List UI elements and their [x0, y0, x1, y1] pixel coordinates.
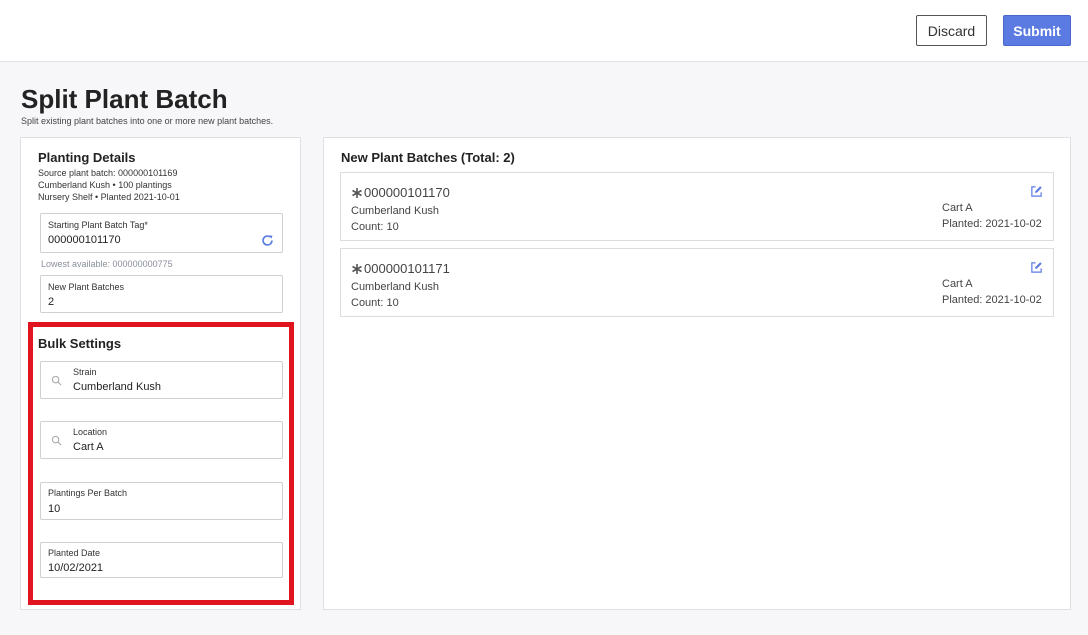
starting-tag-field[interactable]: Starting Plant Batch Tag* 000000101170 [40, 213, 283, 253]
plantings-per-batch-label: Plantings Per Batch [48, 488, 128, 498]
source-batch-text: Source plant batch: 000000101169 [38, 168, 178, 178]
location-planted-text: Nursery Shelf • Planted 2021-10-01 [38, 192, 180, 202]
starting-tag-value[interactable]: 000000101170 [48, 234, 121, 246]
batch-tag-number: 000000101170 [364, 185, 450, 200]
planting-details-panel: Planting Details Source plant batch: 000… [20, 137, 301, 610]
new-plant-batches-title: New Plant Batches (Total: 2) [341, 150, 515, 165]
plant-icon [352, 187, 362, 198]
batch-location: Cart A [942, 278, 973, 290]
batch-card: 000000101170 Cumberland Kush Count: 10 C… [340, 172, 1054, 241]
strain-value[interactable]: Cumberland Kush [73, 381, 161, 393]
lowest-available-hint: Lowest available: 000000000775 [41, 259, 173, 269]
strain-label: Strain [73, 367, 97, 377]
edit-icon[interactable] [1030, 185, 1043, 198]
strain-field[interactable]: Strain Cumberland Kush [40, 361, 283, 399]
batch-planted-date: Planted: 2021-10-02 [942, 218, 1042, 230]
batch-planted-date: Planted: 2021-10-02 [942, 294, 1042, 306]
page-subtitle: Split existing plant batches into one or… [21, 116, 274, 126]
search-icon [51, 375, 62, 386]
planted-date-field[interactable]: Planted Date 10/02/2021 [40, 542, 283, 578]
location-value[interactable]: Cart A [73, 441, 104, 453]
planting-details-title: Planting Details [38, 150, 136, 165]
plantings-per-batch-value[interactable]: 10 [48, 503, 60, 515]
batch-location: Cart A [942, 202, 973, 214]
batch-count: Count: 10 [351, 297, 399, 309]
bulk-settings-title: Bulk Settings [38, 336, 122, 351]
new-plant-batches-panel: New Plant Batches (Total: 2) 00000010117… [323, 137, 1071, 610]
batch-count: Count: 10 [351, 221, 399, 233]
submit-button[interactable]: Submit [1003, 15, 1071, 46]
location-field[interactable]: Location Cart A [40, 421, 283, 459]
planted-date-value[interactable]: 10/02/2021 [48, 562, 103, 574]
batch-tag: 000000101171 [351, 261, 450, 276]
location-label: Location [73, 427, 108, 437]
plant-icon [352, 263, 362, 274]
batch-tag-number: 000000101171 [364, 261, 450, 276]
plantings-per-batch-field[interactable]: Plantings Per Batch 10 [40, 482, 283, 520]
new-plant-batches-value[interactable]: 2 [48, 296, 54, 308]
batch-strain: Cumberland Kush [351, 205, 440, 217]
refresh-icon[interactable] [261, 234, 274, 247]
starting-tag-label: Starting Plant Batch Tag* [48, 220, 148, 230]
planted-date-label: Planted Date [48, 548, 101, 558]
batch-tag: 000000101170 [351, 185, 450, 200]
batch-card: 000000101171 Cumberland Kush Count: 10 C… [340, 248, 1054, 317]
new-plant-batches-label: New Plant Batches [48, 282, 125, 292]
search-icon [51, 435, 62, 446]
top-bar: Discard Submit [0, 0, 1088, 62]
edit-icon[interactable] [1030, 261, 1043, 274]
page-title: Split Plant Batch [21, 84, 228, 114]
discard-button[interactable]: Discard [916, 15, 987, 46]
new-plant-batches-field[interactable]: New Plant Batches 2 [40, 275, 283, 313]
batch-strain: Cumberland Kush [351, 281, 440, 293]
strain-plantings-text: Cumberland Kush • 100 plantings [38, 180, 172, 190]
